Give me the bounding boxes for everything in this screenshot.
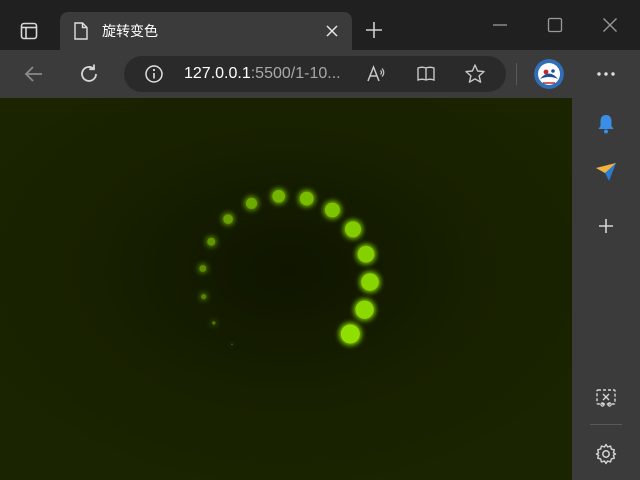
loader-dot (223, 214, 233, 224)
document-icon (74, 22, 88, 40)
refresh-icon[interactable] (77, 62, 101, 86)
address-bar[interactable]: 127.0.0.1:5500/1-10... (124, 56, 506, 92)
plus-icon[interactable] (594, 214, 618, 238)
tab-actions-icon[interactable] (20, 22, 38, 40)
loader-dot (212, 321, 216, 325)
tab-title: 旋转变色 (102, 23, 158, 39)
active-tab[interactable]: 旋转变色 (60, 12, 352, 50)
url-host: 127.0.0.1 (184, 65, 251, 82)
read-aloud-icon[interactable] (366, 64, 386, 84)
send-icon[interactable] (594, 160, 618, 184)
loader-canvas (0, 98, 572, 480)
star-icon[interactable] (464, 63, 486, 85)
more-icon[interactable] (594, 62, 618, 86)
info-icon[interactable] (144, 64, 164, 84)
url-path: :5500/1-10... (250, 65, 341, 82)
page-background (0, 98, 572, 480)
title-bar: 旋转变色 (0, 0, 640, 50)
loader-dot (231, 343, 233, 346)
loader-dot (324, 202, 340, 218)
bell-icon[interactable] (594, 112, 618, 136)
loader-dot (199, 265, 207, 272)
avatar-image (534, 59, 564, 89)
new-tab-plus-icon[interactable] (364, 20, 384, 40)
loader-dot (245, 197, 258, 209)
loader-dot (272, 190, 285, 203)
minimize-icon[interactable] (491, 16, 509, 34)
screenshot-icon[interactable] (594, 386, 618, 410)
loader-dot (357, 245, 375, 263)
loader-dot (201, 293, 207, 300)
toolbar-divider (516, 63, 517, 85)
url-text: 127.0.0.1:5500/1-10... (184, 65, 341, 83)
browser-toolbar: 127.0.0.1:5500/1-10... (0, 50, 640, 98)
window-close-icon[interactable] (601, 16, 619, 34)
maximize-icon[interactable] (546, 16, 564, 34)
loader-dot (207, 237, 216, 246)
loader-dot (361, 273, 379, 291)
loader-dot (345, 221, 361, 238)
sidebar-divider (590, 424, 622, 425)
loader-dot (340, 324, 360, 344)
loader-dot (299, 191, 314, 206)
gear-icon[interactable] (594, 442, 618, 466)
profile-avatar[interactable] (534, 59, 564, 89)
edge-sidebar (572, 98, 640, 480)
close-icon[interactable] (324, 23, 340, 39)
page-content (0, 98, 572, 480)
reader-mode-icon[interactable] (416, 64, 436, 84)
back-arrow-icon[interactable] (22, 62, 46, 86)
loader-dot (355, 300, 374, 319)
